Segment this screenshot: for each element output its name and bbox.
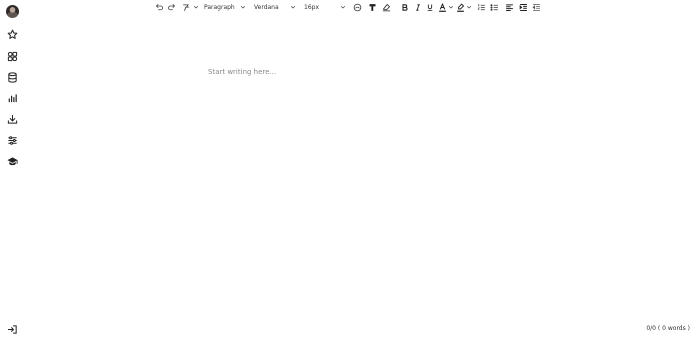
shapes-icon[interactable]: [7, 51, 18, 62]
bar-chart-icon[interactable]: [7, 93, 18, 104]
font-family-label: Verdana: [254, 3, 279, 11]
chevron-down-icon[interactable]: [193, 2, 199, 12]
editor-toolbar: Paragraph Verdana 16px: [150, 0, 545, 14]
outdent-icon[interactable]: [532, 2, 541, 12]
sliders-icon[interactable]: [7, 135, 18, 146]
align-left-icon[interactable]: [505, 2, 514, 12]
chevron-down-icon[interactable]: [290, 2, 296, 12]
database-icon[interactable]: [7, 72, 18, 83]
bullet-list-icon[interactable]: [490, 2, 499, 12]
indent-icon[interactable]: [519, 2, 528, 12]
font-size-dropdown[interactable]: 16px: [304, 2, 319, 12]
highlight-style-icon[interactable]: [353, 2, 362, 12]
chevron-down-icon[interactable]: [448, 2, 454, 12]
chevron-down-icon[interactable]: [240, 2, 246, 12]
font-size-label: 16px: [304, 3, 319, 11]
exit-icon[interactable]: [7, 322, 18, 334]
bold-icon[interactable]: [401, 2, 409, 12]
sidebar: [0, 0, 24, 339]
editor-placeholder: Start writing here...: [208, 68, 277, 76]
ordered-list-icon[interactable]: [477, 2, 486, 12]
chevron-down-icon[interactable]: [340, 2, 346, 12]
underline-icon[interactable]: [426, 2, 434, 12]
download-icon[interactable]: [7, 114, 18, 125]
graduation-cap-icon[interactable]: [7, 156, 18, 167]
chevron-down-icon[interactable]: [466, 2, 472, 12]
block-format-label: Paragraph: [204, 3, 235, 11]
redo-icon[interactable]: [167, 2, 176, 12]
undo-icon[interactable]: [155, 2, 164, 12]
paragraph-style-icon[interactable]: [368, 2, 377, 12]
highlight-color-icon[interactable]: [456, 2, 465, 12]
italic-icon[interactable]: [414, 2, 422, 12]
clear-format-icon[interactable]: [382, 2, 391, 12]
word-count: 0/0 ( 0 words ): [646, 325, 690, 332]
format-painter-icon[interactable]: [182, 2, 191, 12]
star-icon[interactable]: [7, 29, 18, 40]
block-format-dropdown[interactable]: Paragraph: [204, 2, 235, 12]
font-family-dropdown[interactable]: Verdana: [254, 2, 279, 12]
avatar[interactable]: [6, 5, 19, 18]
editor-area[interactable]: Start writing here...: [200, 60, 600, 300]
text-color-icon[interactable]: [438, 2, 447, 12]
